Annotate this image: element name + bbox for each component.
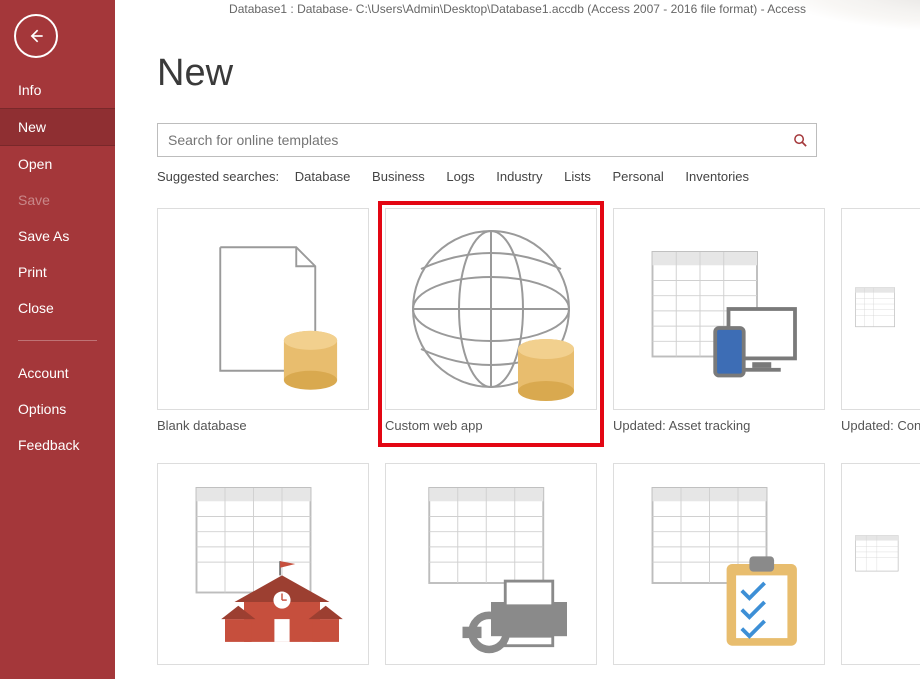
nav-options[interactable]: Options — [0, 391, 115, 427]
fax-icon — [396, 469, 586, 659]
search-icon — [793, 133, 808, 148]
suggested-label: Suggested searches: — [157, 169, 279, 184]
template-row2-4[interactable] — [841, 463, 920, 665]
suggested-database[interactable]: Database — [295, 169, 351, 184]
suggested-personal[interactable]: Personal — [612, 169, 663, 184]
nav-print[interactable]: Print — [0, 254, 115, 290]
backstage-sidebar: Info New Open Save Save As Print Close A… — [0, 0, 115, 679]
back-arrow-icon — [26, 26, 46, 46]
template-asset-tracking[interactable]: Updated: Asset tracking — [613, 208, 825, 433]
template-thumb — [841, 208, 920, 410]
nav-feedback[interactable]: Feedback — [0, 427, 115, 463]
template-label: Custom web app — [385, 410, 597, 433]
template-label: Updated: Asset tracking — [613, 410, 825, 433]
templates-grid: Blank database — [157, 208, 920, 679]
back-button[interactable] — [14, 14, 58, 58]
suggested-industry[interactable]: Industry — [496, 169, 542, 184]
students-icon — [168, 469, 358, 659]
nav-save: Save — [0, 182, 115, 218]
template-thumb — [385, 208, 597, 410]
nav-account[interactable]: Account — [0, 355, 115, 391]
template-row2-1[interactable] — [157, 463, 369, 665]
template-row2-3[interactable] — [613, 463, 825, 665]
template-thumb — [157, 208, 369, 410]
sidebar-separator — [18, 340, 97, 341]
suggested-business[interactable]: Business — [372, 169, 425, 184]
asset-tracking-icon — [624, 214, 814, 404]
nav-close[interactable]: Close — [0, 290, 115, 326]
nav-save-as[interactable]: Save As — [0, 218, 115, 254]
template-thumb — [385, 463, 597, 665]
template-thumb — [157, 463, 369, 665]
suggested-inventories[interactable]: Inventories — [685, 169, 749, 184]
suggested-searches: Suggested searches: Database Business Lo… — [157, 169, 920, 184]
template-thumb — [841, 463, 920, 665]
contacts-icon — [852, 214, 920, 404]
nav-new[interactable]: New — [0, 108, 115, 146]
nav-info[interactable]: Info — [0, 72, 115, 108]
template-label: Blank database — [157, 410, 369, 433]
search-input[interactable] — [157, 123, 817, 157]
task-clipboard-icon — [624, 469, 814, 659]
backstage-main: Database1 : Database- C:\Users\Admin\Des… — [115, 0, 920, 679]
page-title: New — [157, 52, 920, 95]
template-custom-web-app[interactable]: Custom web app — [385, 208, 597, 433]
template-contacts[interactable]: Updated: Contacts — [841, 208, 920, 433]
suggested-lists[interactable]: Lists — [564, 169, 591, 184]
template-search — [157, 123, 817, 157]
window-title: Database1 : Database- C:\Users\Admin\Des… — [115, 2, 920, 16]
nav-open[interactable]: Open — [0, 146, 115, 182]
template-thumb — [613, 463, 825, 665]
blank-database-icon — [168, 214, 358, 404]
search-button[interactable] — [783, 123, 817, 157]
generic-table-icon — [852, 469, 920, 659]
custom-web-app-icon — [391, 209, 591, 409]
template-label: Updated: Contacts — [841, 410, 920, 433]
suggested-logs[interactable]: Logs — [446, 169, 474, 184]
template-blank-database[interactable]: Blank database — [157, 208, 369, 433]
template-thumb — [613, 208, 825, 410]
template-row2-2[interactable] — [385, 463, 597, 665]
